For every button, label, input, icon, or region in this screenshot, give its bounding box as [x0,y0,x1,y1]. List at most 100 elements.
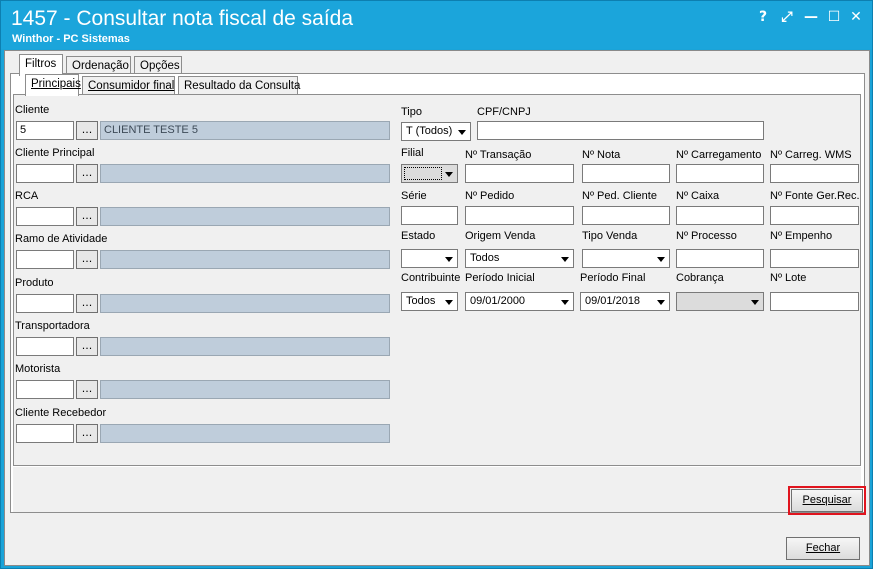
client-area: Filtros Ordenação Opções Principais Cons… [4,50,870,566]
estado-select[interactable] [401,249,458,268]
pesquisar-button[interactable]: Pesquisar [791,489,863,512]
chevron-down-icon [561,300,569,305]
tab-resultado-consulta[interactable]: Resultado da Consulta [178,76,300,95]
label-transacao: Nº Transação [465,149,532,161]
maximize-icon[interactable]: ☐ [824,7,844,27]
caixa-input[interactable] [676,206,764,225]
carreg-wms-input[interactable] [770,164,859,183]
label-periodo-final: Período Final [580,272,646,284]
empenho-input[interactable] [770,249,859,268]
label-cpf-cnpj: CPF/CNPJ [477,106,531,118]
tipo-venda-select[interactable] [582,249,670,268]
cliente-lookup-button[interactable]: ... [76,121,98,140]
fechar-button[interactable]: Fechar [786,537,860,560]
motorista-code-input[interactable] [16,380,74,399]
chevron-down-icon [657,300,665,305]
label-processo: Nº Processo [676,230,737,242]
label-nota: Nº Nota [582,149,621,161]
tab-filtros[interactable]: Filtros [19,54,63,76]
lote-input[interactable] [770,292,859,311]
resize-icon[interactable]: ⤢ [777,7,797,27]
ramo-lookup-button[interactable]: ... [76,250,98,269]
label-tipo-venda: Tipo Venda [582,230,638,242]
contribuinte-select-value: Todos [406,295,436,307]
periodo-final-date[interactable]: 09/01/2018 [580,292,670,311]
tab-consumidor-final[interactable]: Consumidor final [82,76,175,95]
cliente-principal-lookup-button[interactable]: ... [76,164,98,183]
chevron-down-icon [445,300,453,305]
tipo-select[interactable]: T (Todos) [401,122,471,141]
transportadora-code-input[interactable] [16,337,74,356]
fonte-ger-rec-input[interactable] [770,206,859,225]
pedido-input[interactable] [465,206,574,225]
filters-panel: Principais Consumidor final Resultado da… [10,73,866,515]
principal-filters: Cliente 5 ... CLIENTE TESTE 5 Cliente Pr… [13,94,861,466]
periodo-inicial-date[interactable]: 09/01/2000 [465,292,574,311]
label-origem-venda: Origem Venda [465,230,536,242]
cliente-recebedor-name-field [100,424,390,443]
produto-code-input[interactable] [16,294,74,313]
title-bar: 1457 - Consultar nota fiscal de saída Wi… [1,1,872,49]
tab-principais[interactable]: Principais [25,74,81,96]
label-carreg-wms: Nº Carreg. WMS [770,149,852,161]
label-tipo: Tipo [401,106,422,118]
cpf-cnpj-input[interactable] [477,121,764,140]
label-lote: Nº Lote [770,272,807,284]
label-periodo-inicial: Período Inicial [465,272,535,284]
focus-rect [404,167,442,180]
cliente-principal-code-input[interactable] [16,164,74,183]
label-empenho: Nº Empenho [770,230,833,242]
cliente-recebedor-lookup-button[interactable]: ... [76,424,98,443]
cliente-name-field: CLIENTE TESTE 5 [100,121,390,140]
processo-input[interactable] [676,249,764,268]
chevron-down-icon [751,300,759,305]
close-icon[interactable]: ✕ [846,7,866,27]
serie-input[interactable] [401,206,458,225]
tipo-select-value: T (Todos) [406,125,453,137]
label-cobranca: Cobrança [676,272,724,284]
chevron-down-icon [458,130,466,135]
action-area: Pesquisar [13,467,866,515]
ramo-name-field [100,250,390,269]
window-title: 1457 - Consultar nota fiscal de saída [11,7,354,30]
motorista-lookup-button[interactable]: ... [76,380,98,399]
label-rca: RCA [15,190,39,202]
label-motorista: Motorista [15,363,61,375]
ramo-code-input[interactable] [16,250,74,269]
label-cliente: Cliente [15,104,50,116]
produto-name-field [100,294,390,313]
filial-select[interactable] [401,164,458,183]
origem-venda-select-value: Todos [470,252,500,264]
carregamento-input[interactable] [676,164,764,183]
transportadora-name-field [100,337,390,356]
contribuinte-select[interactable]: Todos [401,292,458,311]
cliente-code-input[interactable]: 5 [16,121,74,140]
fechar-label: Fechar [805,542,841,554]
origem-venda-select[interactable]: Todos [465,249,574,268]
periodo-inicial-value: 09/01/2000 [470,295,526,307]
help-icon[interactable]: ? [753,7,773,27]
minimize-icon[interactable]: — [801,7,821,27]
rca-code-input[interactable] [16,207,74,226]
label-pedido: Nº Pedido [465,190,515,202]
motorista-name-field [100,380,390,399]
window-subtitle: Winthor - PC Sistemas [12,33,130,45]
label-serie: Série [401,190,427,202]
periodo-final-value: 09/01/2018 [585,295,641,307]
label-ramo-atividade: Ramo de Atividade [15,233,108,245]
chevron-down-icon [445,172,453,177]
chevron-down-icon [445,257,453,262]
label-transportadora: Transportadora [15,320,90,332]
nota-input[interactable] [582,164,670,183]
rca-lookup-button[interactable]: ... [76,207,98,226]
transportadora-lookup-button[interactable]: ... [76,337,98,356]
cobranca-select[interactable] [676,292,764,311]
produto-lookup-button[interactable]: ... [76,294,98,313]
ped-cliente-input[interactable] [582,206,670,225]
label-caixa: Nº Caixa [676,190,720,202]
transacao-input[interactable] [465,164,574,183]
cliente-recebedor-code-input[interactable] [16,424,74,443]
label-contribuinte: Contribuinte [401,272,461,284]
pesquisar-label: Pesquisar [802,494,852,506]
label-filial: Filial [401,147,424,159]
